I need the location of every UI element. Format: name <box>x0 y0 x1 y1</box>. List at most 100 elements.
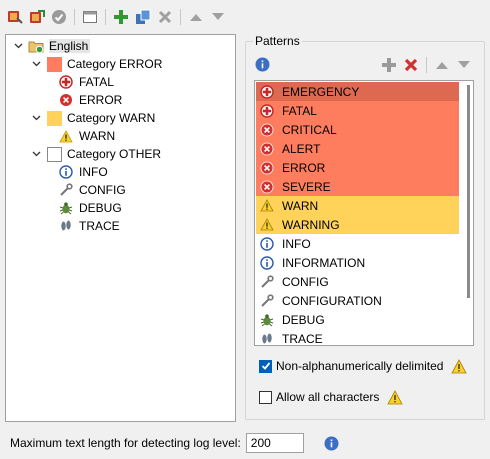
import-button[interactable] <box>4 6 26 28</box>
tree-item-category[interactable]: Category WARN <box>30 109 155 127</box>
patterns-list[interactable]: EMERGENCY FATAL CRITICAL ALERT ERROR SEVERE WA… <box>254 80 474 346</box>
move-up-button[interactable] <box>185 6 207 28</box>
scrollbar[interactable] <box>467 85 470 298</box>
warning-icon <box>451 358 468 374</box>
down-arrow-icon <box>211 12 225 22</box>
error-icon <box>259 141 275 157</box>
pattern-row[interactable]: DEBUG <box>256 310 459 329</box>
move-pattern-up-button[interactable] <box>431 54 453 76</box>
error-icon <box>259 160 275 176</box>
tree-item-language[interactable]: English <box>12 37 91 55</box>
footprints-icon <box>259 331 275 346</box>
color-swatch <box>46 110 62 126</box>
max-length-input[interactable] <box>245 433 304 453</box>
non-alphanumeric-label: Non-alphanumerically delimited <box>276 359 444 373</box>
main-toolbar <box>4 6 229 28</box>
allow-all-label: Allow all characters <box>276 390 380 404</box>
check-button[interactable] <box>48 6 70 28</box>
info-icon[interactable] <box>324 436 339 451</box>
pattern-row[interactable]: INFO <box>256 234 459 253</box>
tree-item-level[interactable]: TRACE <box>58 217 120 235</box>
category-label: Category ERROR <box>67 57 163 71</box>
down-arrow-icon <box>457 60 471 70</box>
wrench-icon <box>58 182 74 198</box>
folder-icon <box>28 38 44 54</box>
warning-icon <box>259 217 275 233</box>
pattern-label: CONFIGURATION <box>282 293 382 308</box>
pattern-label: SEVERE <box>282 179 331 194</box>
fatal-icon <box>259 84 275 100</box>
tree-item-category[interactable]: Category OTHER <box>30 145 161 163</box>
tree-item-level[interactable]: WARN <box>58 127 115 145</box>
non-alphanumeric-option[interactable]: Non-alphanumerically delimited <box>259 357 468 375</box>
move-down-button[interactable] <box>207 6 229 28</box>
import-icon <box>7 9 23 25</box>
chevron-down-icon[interactable] <box>30 112 42 124</box>
copy-icon <box>135 9 151 25</box>
pattern-row[interactable]: SEVERE <box>256 177 459 196</box>
pattern-row[interactable]: CRITICAL <box>256 120 459 139</box>
non-alphanumeric-checkbox[interactable] <box>259 359 272 373</box>
level-label: DEBUG <box>79 201 122 215</box>
delete-button[interactable] <box>154 6 176 28</box>
add-button[interactable] <box>110 6 132 28</box>
level-label: WARN <box>79 129 116 143</box>
log-level-tree[interactable]: English Category ERROR FATAL ERROR Categ… <box>5 34 236 422</box>
tree-item-level[interactable]: INFO <box>58 163 108 181</box>
pattern-row[interactable]: TRACE <box>256 329 459 346</box>
add-pattern-button[interactable] <box>378 54 400 76</box>
pattern-row[interactable]: WARNING <box>256 215 459 234</box>
copy-button[interactable] <box>132 6 154 28</box>
pattern-row[interactable]: CONFIGURATION <box>256 291 459 310</box>
bug-icon <box>259 312 275 328</box>
delete-icon <box>403 57 419 73</box>
pattern-row[interactable]: ERROR <box>256 158 459 177</box>
export-button[interactable] <box>26 6 48 28</box>
toolbar-separator <box>105 9 106 25</box>
allow-all-option[interactable]: Allow all characters <box>259 388 404 406</box>
pattern-row[interactable]: EMERGENCY <box>256 82 459 101</box>
allow-all-checkbox[interactable] <box>259 390 272 404</box>
info-icon <box>259 255 275 271</box>
fatal-icon <box>259 103 275 119</box>
info-icon <box>259 236 275 252</box>
tree-item-level[interactable]: CONFIG <box>58 181 126 199</box>
export-icon <box>29 9 45 25</box>
footprints-icon <box>58 218 74 234</box>
tree-item-category[interactable]: Category ERROR <box>30 55 162 73</box>
pattern-label: WARNING <box>282 217 340 232</box>
pattern-row[interactable]: INFORMATION <box>256 253 459 272</box>
pattern-label: INFORMATION <box>282 255 366 270</box>
chevron-down-icon[interactable] <box>30 148 42 160</box>
pattern-label: ALERT <box>282 141 321 156</box>
tree-item-level[interactable]: FATAL <box>58 73 114 91</box>
pattern-row[interactable]: FATAL <box>256 101 459 120</box>
patterns-title: Patterns <box>253 34 302 48</box>
chevron-down-icon[interactable] <box>30 58 42 70</box>
max-length-row: Maximum text length for detecting log le… <box>10 433 339 453</box>
pattern-label: INFO <box>282 236 311 251</box>
delete-pattern-button[interactable] <box>400 54 422 76</box>
window-button[interactable] <box>79 6 101 28</box>
pattern-row[interactable]: CONFIG <box>256 272 459 291</box>
move-pattern-down-button[interactable] <box>453 54 475 76</box>
pattern-label: CONFIG <box>282 274 329 289</box>
info-icon[interactable] <box>255 57 270 75</box>
tree-item-level[interactable]: DEBUG <box>58 199 122 217</box>
pattern-label: WARN <box>282 198 319 213</box>
language-label: English <box>49 39 91 53</box>
warning-icon <box>58 128 74 144</box>
tree-item-level[interactable]: ERROR <box>58 91 122 109</box>
toolbar-separator <box>180 9 181 25</box>
category-label: Category WARN <box>67 111 156 125</box>
error-icon <box>58 92 74 108</box>
delete-icon <box>157 9 173 25</box>
up-arrow-icon <box>435 60 449 70</box>
bug-icon <box>58 200 74 216</box>
fatal-icon <box>58 74 74 90</box>
patterns-toolbar <box>378 55 475 75</box>
pattern-row[interactable]: WARN <box>256 196 459 215</box>
up-arrow-icon <box>189 12 203 22</box>
pattern-row[interactable]: ALERT <box>256 139 459 158</box>
chevron-down-icon[interactable] <box>12 40 24 52</box>
